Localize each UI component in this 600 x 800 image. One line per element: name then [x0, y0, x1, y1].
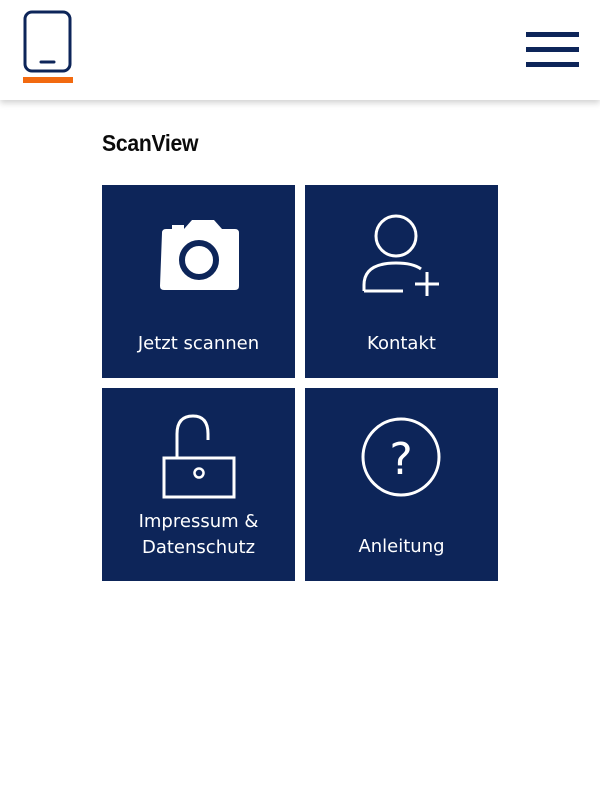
imprint-privacy-tile[interactable]: Impressum & Datenschutz: [102, 388, 295, 581]
app-header: [0, 0, 600, 100]
scan-now-tile[interactable]: Jetzt scannen: [102, 185, 295, 378]
tile-label-line1: Impressum &: [138, 511, 259, 532]
tile-label: Anleitung: [358, 536, 445, 557]
tile-label-line2: Datenschutz: [141, 537, 256, 558]
tablet-icon[interactable]: [22, 10, 74, 86]
svg-text:?: ?: [389, 434, 412, 485]
tile-label: Kontakt: [367, 333, 436, 354]
guide-tile[interactable]: ? Anleitung: [305, 388, 498, 581]
page-title: ScanView: [102, 130, 199, 156]
tile-label: Jetzt scannen: [137, 333, 260, 354]
contact-tile[interactable]: Kontakt: [305, 185, 498, 378]
hamburger-menu-icon[interactable]: [524, 30, 580, 70]
